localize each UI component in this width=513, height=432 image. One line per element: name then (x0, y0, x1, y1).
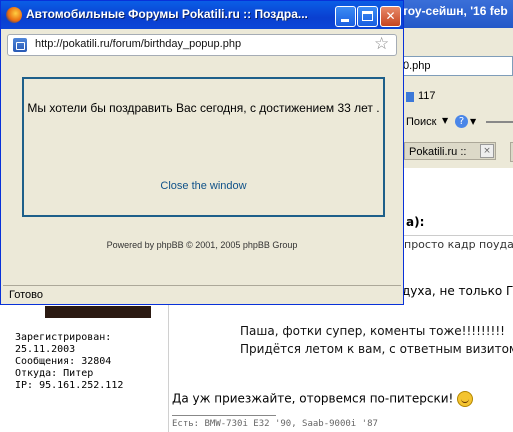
post-text-line: духа, не только Г (402, 284, 513, 298)
smiley-icon (457, 391, 474, 407)
registered-date: 25.11.2003 (15, 344, 76, 355)
birthday-popup-window: Автомобильные Форумы Pokatili.ru :: Позд… (0, 0, 404, 305)
post-message-line: Паша, фотки супер, коменты тоже!!!!!!!!! (240, 324, 505, 338)
post-quote-line: просто кадр поудач (404, 238, 513, 251)
background-window-title: тоу-сейшн, '16 feb (402, 4, 508, 18)
reply-text-content: Да уж приезжайте, оторвемся по-питерски! (172, 391, 454, 406)
avatar (45, 306, 151, 318)
author-profile: Зарегистрирован: 25.11.2003 Сообщения: 3… (15, 332, 123, 392)
close-window-link[interactable]: Close the window (24, 180, 383, 192)
post-message-line: Придётся летом к вам, с ответным визитом (240, 342, 513, 356)
birthday-message: Мы хотели бы поздравить Вас сегодня, с д… (27, 101, 380, 115)
background-search-button[interactable]: Поиск (406, 116, 436, 128)
minimize-button[interactable] (335, 6, 356, 27)
background-address-field[interactable]: 0.php (402, 56, 513, 76)
status-bar: Готово (3, 285, 401, 303)
registered-label: Зарегистрирован: (15, 332, 112, 343)
post-message: Паша, фотки супер, коменты тоже!!!!!!!!!… (240, 322, 513, 358)
minimize-icon (341, 19, 349, 22)
powered-by-footer: Powered by phpBB © 2001, 2005 phpBB Grou… (106, 240, 298, 250)
background-slider[interactable] (486, 121, 513, 123)
chevron-down-icon[interactable]: ▼ (470, 117, 476, 126)
counter-icon (406, 92, 414, 102)
site-icon (13, 38, 27, 52)
ip-address: IP: 95.161.252.112 (15, 380, 124, 391)
signature-divider (172, 415, 276, 416)
chevron-down-icon[interactable]: ▼ (442, 116, 448, 125)
divider (404, 235, 513, 236)
address-bar[interactable]: http://pokatili.ru/forum/birthday_popup.… (7, 34, 397, 56)
divider (168, 288, 169, 432)
popup-title: Автомобильные Форумы Pokatili.ru :: Позд… (26, 7, 308, 21)
birthday-message-box: Мы хотели бы поздравить Вас сегодня, с д… (22, 77, 385, 217)
close-button[interactable]: ✕ (380, 6, 401, 27)
popup-titlebar[interactable]: Автомобильные Форумы Pokatili.ru :: Позд… (1, 1, 403, 29)
url-text[interactable]: http://pokatili.ru/forum/birthday_popup.… (35, 38, 241, 50)
signature: Есть: BMW-730i E32 '90, Saab-9000i '87 (172, 419, 378, 429)
maximize-icon (362, 11, 373, 21)
background-counter: 117 (418, 90, 436, 102)
reply-text: Да уж приезжайте, оторвемся по-питерски! (172, 391, 474, 407)
maximize-button[interactable] (357, 6, 378, 27)
location: Откуда: Питер (15, 368, 94, 379)
close-icon: ✕ (385, 9, 396, 23)
post-author-suffix: а): (406, 215, 425, 229)
message-count: Сообщения: 32804 (15, 356, 112, 367)
help-icon[interactable]: ? (455, 115, 468, 128)
close-icon[interactable]: × (480, 144, 494, 158)
firefox-icon (6, 7, 22, 23)
bookmark-star-icon[interactable]: ☆ (374, 34, 389, 54)
